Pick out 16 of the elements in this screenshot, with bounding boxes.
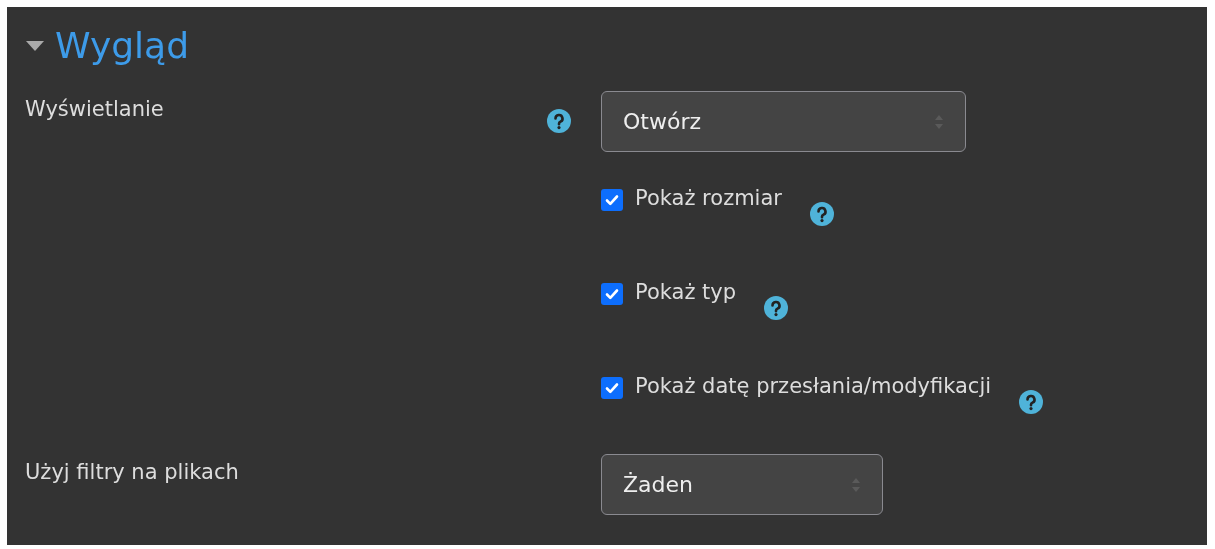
collapse-caret-icon[interactable] [25,40,45,52]
checkbox[interactable] [601,189,623,211]
section-title: Wygląd [55,24,190,68]
field-label: Wyświetlanie [25,96,165,121]
help-icon[interactable] [809,202,834,226]
help-icon[interactable] [1019,390,1044,414]
checkbox-label: Pokaż typ [635,279,737,306]
select-field[interactable]: Otwórz [601,91,966,152]
checkbox[interactable] [601,377,623,399]
checkbox-label: Pokaż datę przesłania/modyfikacji [635,373,992,400]
select-field[interactable]: Żaden [601,454,883,515]
field-label: Użyj filtry na plikach [25,459,240,484]
checkbox-label: Pokaż rozmiar [635,185,782,212]
help-icon[interactable] [764,296,789,320]
help-icon[interactable] [547,109,571,133]
checkbox[interactable] [601,283,623,305]
